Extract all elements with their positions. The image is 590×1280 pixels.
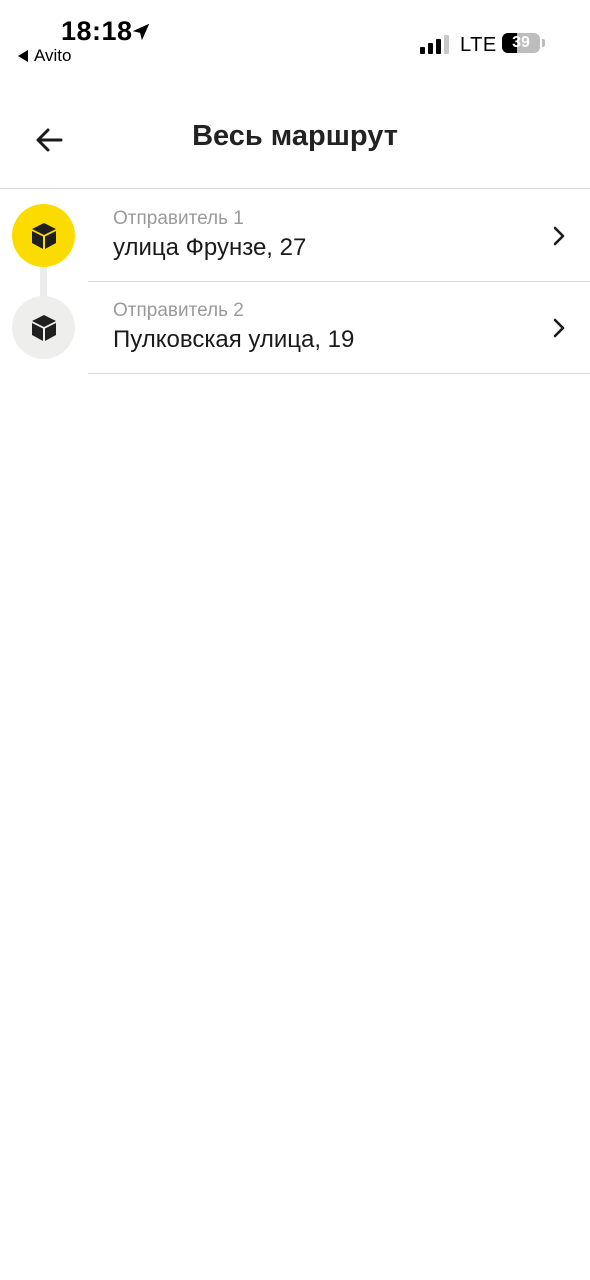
route-item-sender-2[interactable]: Отправитель 2 Пулковская улица, 19 (0, 282, 590, 374)
chevron-right-icon (553, 226, 565, 246)
route-list: Отправитель 1 улица Фрунзе, 27 Отправите… (0, 190, 590, 374)
network-type: LTE (460, 34, 497, 56)
divider (88, 373, 590, 374)
package-box-icon (31, 222, 56, 249)
sender-address: улица Фрунзе, 27 (113, 234, 307, 261)
back-app-label: Avito (34, 46, 72, 65)
header: Весь маршрут (0, 90, 590, 189)
location-arrow-icon (132, 23, 150, 41)
status-time: 18:18 (61, 16, 133, 46)
status-bar: 18:18 Avito LTE 39 (0, 0, 590, 80)
route-item-sender-1[interactable]: Отправитель 1 улица Фрунзе, 27 (0, 190, 590, 282)
package-box-icon (31, 314, 56, 341)
chevron-right-icon (553, 318, 565, 338)
back-to-app-link[interactable]: Avito (18, 46, 72, 66)
battery-level: 39 (512, 34, 530, 51)
battery-icon: 39 (502, 33, 546, 55)
route-marker (12, 296, 75, 359)
sender-label: Отправитель 2 (113, 300, 244, 321)
page-title: Весь маршрут (192, 120, 398, 152)
back-triangle-icon (18, 50, 28, 62)
route-marker (12, 204, 75, 267)
sender-label: Отправитель 1 (113, 208, 244, 229)
sender-address: Пулковская улица, 19 (113, 326, 355, 353)
cellular-signal-icon (420, 35, 449, 54)
screen: 18:18 Avito LTE 39 Весь маршрут Отправит… (0, 0, 590, 1280)
